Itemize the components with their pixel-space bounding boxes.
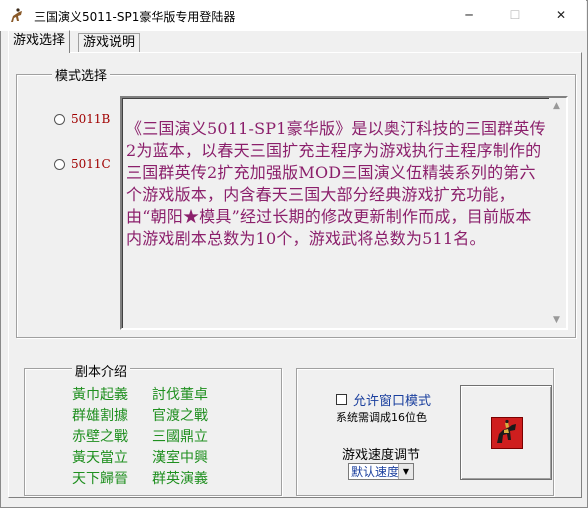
- script-item: 群英演義: [152, 471, 208, 487]
- script-item: 群雄割據: [72, 408, 128, 424]
- radio-5011c[interactable]: 5011C: [54, 157, 111, 171]
- horse-rider-icon: [11, 8, 22, 22]
- radio-label-5011b: 5011B: [71, 112, 111, 126]
- horse-rider-icon: [491, 417, 523, 449]
- speed-select[interactable]: 默认速度 ▼: [348, 463, 414, 480]
- start-game-button[interactable]: [460, 385, 552, 480]
- minimize-button[interactable]: ─: [446, 0, 492, 31]
- script-item: 赤壁之戰: [72, 429, 128, 445]
- scroll-down-icon[interactable]: ▼: [553, 315, 560, 325]
- script-item: 黃天當立: [72, 450, 128, 466]
- window-title: 三国演义5011-SP1豪华版专用登陆器: [34, 10, 236, 24]
- scripts-legend: 剧本介绍: [72, 361, 131, 380]
- script-item: 漢室中興: [152, 450, 208, 466]
- script-item: 黃巾起義: [72, 387, 128, 403]
- description-text: 《三国演义5011-SP1豪华版》是以奥汀科技的三国群英传2为蓝本，以春天三国扩…: [126, 119, 546, 248]
- radio-label-5011c: 5011C: [71, 157, 111, 171]
- scroll-up-icon[interactable]: ▲: [553, 101, 560, 111]
- script-item: 討伐董卓: [152, 387, 208, 403]
- speed-label: 游戏速度调节: [342, 448, 421, 463]
- script-item: 三國鼎立: [152, 429, 208, 445]
- color-depth-note: 系统需调成16位色: [336, 411, 427, 424]
- checkbox-box[interactable]: [336, 394, 347, 405]
- description-box[interactable]: 《三国演义5011-SP1豪华版》是以奥汀科技的三国群英传2为蓝本，以春天三国扩…: [120, 96, 568, 330]
- script-list: 黃巾起義 討伐董卓 群雄割據 官渡之戰 赤壁之戰 三國鼎立 黃天當立 漢室中興 …: [72, 386, 232, 488]
- window-mode-checkbox[interactable]: 允许窗口模式: [336, 390, 431, 409]
- script-item: 天下歸晉: [72, 471, 128, 487]
- tab-game-select[interactable]: 游戏选择: [8, 30, 71, 53]
- radio-button[interactable]: [54, 158, 65, 170]
- maximize-button[interactable]: ☐: [492, 0, 538, 31]
- chevron-down-icon[interactable]: ▼: [398, 464, 413, 479]
- radio-5011b[interactable]: 5011B: [54, 112, 110, 126]
- title-bar: 三国演义5011-SP1豪华版专用登陆器 ─ ☐ ✕: [0, 0, 586, 31]
- script-item: 官渡之戰: [152, 408, 208, 424]
- radio-button[interactable]: [54, 113, 65, 125]
- window-mode-label: 允许窗口模式: [353, 394, 432, 409]
- speed-select-value: 默认速度: [351, 465, 400, 479]
- vertical-scrollbar[interactable]: ▲ ▼: [549, 98, 566, 328]
- mode-select-legend: 模式选择: [52, 65, 111, 84]
- close-button[interactable]: ✕: [538, 0, 584, 31]
- tab-game-instructions[interactable]: 游戏说明: [78, 33, 141, 52]
